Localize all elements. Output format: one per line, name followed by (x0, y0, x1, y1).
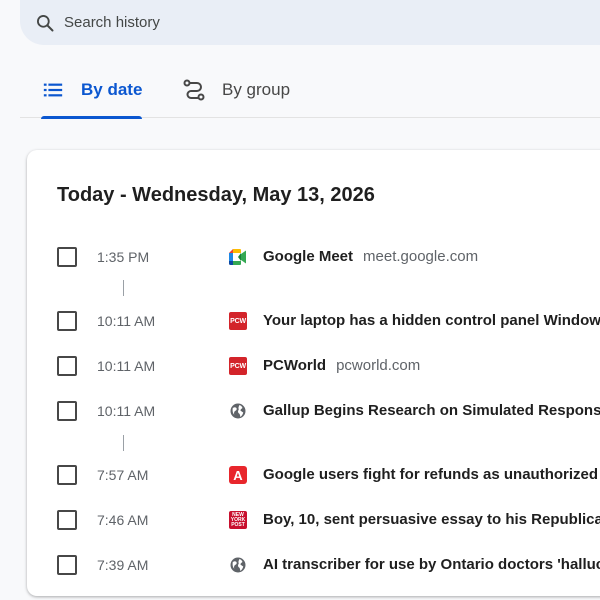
news-site-icon-text: A (229, 466, 247, 484)
row-checkbox[interactable] (57, 555, 77, 575)
globe-icon (229, 402, 247, 420)
tab-by-group-label: By group (222, 80, 291, 99)
search-icon[interactable] (34, 12, 56, 34)
history-row[interactable]: 10:11 AM PCW PCWorld pcworld.com (27, 346, 600, 386)
page-title: PCWorld (263, 357, 327, 374)
pcworld-icon-text: PCW (229, 312, 247, 330)
globe-icon (229, 556, 247, 574)
row-checkbox[interactable] (57, 247, 77, 267)
search-bar[interactable]: Search history (20, 0, 600, 45)
row-checkbox[interactable] (57, 510, 77, 530)
row-checkbox[interactable] (57, 401, 77, 421)
new-york-post-icon: NEW YORK POST (229, 511, 247, 529)
history-row[interactable]: 10:11 AM PCW Your laptop has a hidden co… (27, 301, 600, 341)
row-checkbox[interactable] (57, 356, 77, 376)
page-title: Google users fight for refunds as unauth… (263, 466, 600, 483)
page-domain: pcworld.com (336, 357, 421, 374)
row-checkbox[interactable] (57, 311, 77, 331)
history-row[interactable]: 1:35 PM Google Meet meet.google.com (27, 237, 600, 277)
visit-time: 7:57 AM (97, 467, 149, 483)
route-icon (182, 78, 206, 102)
history-row[interactable]: 7:46 AM NEW YORK POST Boy, 10, sent pers… (27, 500, 600, 540)
pcworld-icon: PCW (229, 312, 247, 330)
pcworld-icon: PCW (229, 357, 247, 375)
page-title: Gallup Begins Research on Simulated Resp… (263, 402, 600, 419)
tab-by-date[interactable]: By date (41, 62, 143, 119)
visit-title[interactable]: Google users fight for refunds as unauth… (263, 466, 600, 483)
visit-title[interactable]: Boy, 10, sent persuasive essay to his Re… (263, 511, 600, 528)
visit-time: 10:11 AM (97, 358, 156, 374)
visit-title[interactable]: PCWorld pcworld.com (263, 357, 420, 374)
visit-title[interactable]: Your laptop has a hidden control panel W… (263, 312, 600, 329)
visit-time: 7:46 AM (97, 512, 149, 528)
view-tabs: By date By group (20, 62, 600, 119)
visit-time: 10:11 AM (97, 313, 156, 329)
group-connector-line (123, 280, 124, 296)
row-checkbox[interactable] (57, 465, 77, 485)
visit-title[interactable]: Google Meet meet.google.com (263, 248, 478, 265)
page-title: Google Meet (263, 248, 354, 265)
page-domain: meet.google.com (363, 248, 479, 265)
list-icon (41, 78, 65, 102)
tab-by-group[interactable]: By group (182, 62, 290, 118)
day-heading: Today - Wednesday, May 13, 2026 (57, 184, 375, 206)
visit-time: 1:35 PM (97, 249, 150, 265)
new-york-post-icon-text: NEW YORK POST (229, 511, 247, 529)
group-connector-line (123, 435, 124, 451)
visit-time: 7:39 AM (97, 557, 149, 573)
visit-title[interactable]: AI transcriber for use by Ontario doctor… (263, 556, 600, 573)
pcworld-icon-text: PCW (229, 357, 247, 375)
visit-title[interactable]: Gallup Begins Research on Simulated Resp… (263, 402, 600, 419)
search-input[interactable]: Search history (64, 14, 160, 31)
visit-time: 10:11 AM (97, 403, 156, 419)
history-row[interactable]: 7:57 AM A Google users fight for refunds… (27, 455, 600, 495)
tab-by-date-label: By date (81, 80, 143, 99)
page-title: Your laptop has a hidden control panel W… (263, 312, 600, 329)
history-row[interactable]: 10:11 AM Gallup Begins Research on Simul… (27, 391, 600, 431)
news-site-icon: A (229, 466, 247, 484)
google-meet-icon (229, 248, 247, 266)
history-day-card: Today - Wednesday, May 13, 2026 1:35 PM … (27, 150, 600, 596)
page-title: AI transcriber for use by Ontario doctor… (263, 556, 600, 573)
page-title: Boy, 10, sent persuasive essay to his Re… (263, 511, 600, 528)
history-row[interactable]: 7:39 AM AI transcriber for use by Ontari… (27, 545, 600, 585)
